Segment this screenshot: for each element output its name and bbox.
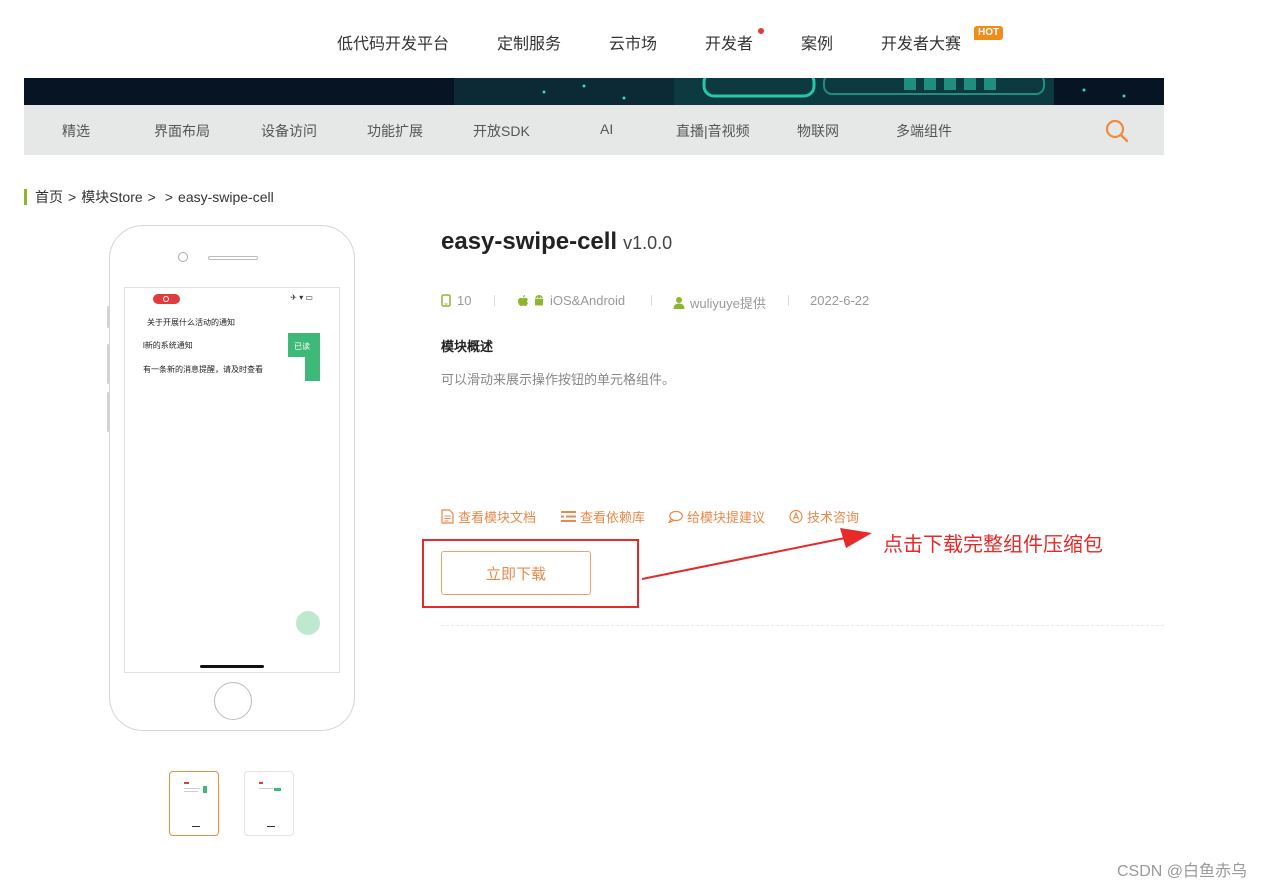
annotation-arrow-icon [641, 528, 872, 580]
platform-text: iOS&Android [550, 293, 626, 308]
feedback-link[interactable]: 给模块提建议 [668, 507, 765, 526]
preview-screen: ✈ ▾ ▭ 关于开展什么活动的通知 l新的系统通知 有一条新的消息提醒，请及时查… [124, 287, 340, 673]
breadcrumb-current: easy-swipe-cell [178, 189, 274, 205]
module-title: easy-swipe-cell v1.0.0 [441, 228, 672, 256]
preview-thumbnail-2[interactable] [244, 771, 294, 836]
thumb-mark [267, 826, 275, 827]
swipe-action-cutout [288, 357, 305, 381]
comment-icon [668, 510, 683, 523]
category-device-access[interactable]: 设备访问 [261, 121, 317, 141]
download-button[interactable]: 立即下载 [441, 551, 591, 595]
view-deps-link[interactable]: 查看依赖库 [561, 507, 645, 526]
home-indicator [200, 665, 264, 668]
thumb-mark [184, 791, 198, 792]
meta-provider: wuliyuye提供 [673, 293, 766, 312]
support-icon [789, 509, 803, 524]
category-iot[interactable]: 物联网 [797, 121, 839, 141]
nav-custom-service[interactable]: 定制服务 [497, 30, 561, 54]
thumb-mark [184, 782, 189, 784]
meta-divider [494, 295, 495, 306]
meta-platform: iOS&Android [517, 293, 625, 308]
android-icon [535, 295, 543, 306]
phone-camera [178, 252, 188, 262]
user-icon [673, 297, 685, 309]
category-ai[interactable]: AI [600, 121, 613, 137]
feedback-label: 给模块提建议 [687, 510, 766, 525]
nav-cases[interactable]: 案例 [801, 30, 833, 54]
nav-developer-contest[interactable]: 开发者大赛 [881, 30, 961, 54]
thumb-mark [274, 788, 281, 791]
thumb-mark [184, 788, 200, 789]
breadcrumb-separator: > [147, 189, 156, 205]
provider-text: wuliyuye提供 [690, 296, 766, 311]
breadcrumb-separator: > [68, 189, 77, 205]
tech-support-link[interactable]: 技术咨询 [789, 507, 859, 526]
phone-speaker [208, 256, 258, 260]
phone-side-button [107, 344, 110, 384]
breadcrumb: 首页 > 模块Store > > easy-swipe-cell [24, 189, 274, 205]
thumb-mark [203, 786, 207, 793]
category-live-av[interactable]: 直播|音视频 [676, 121, 750, 141]
thumb-mark [259, 782, 263, 784]
thumb-mark [192, 826, 200, 827]
preview-line: l新的系统通知 [143, 341, 193, 350]
nav-developer[interactable]: 开发者 [705, 30, 753, 54]
hot-badge: HOT [974, 26, 1004, 40]
banner-graphic [24, 78, 1164, 105]
category-open-sdk[interactable]: 开放SDK [473, 121, 530, 141]
list-icon [561, 511, 576, 522]
view-docs-link[interactable]: 查看模块文档 [441, 507, 536, 526]
category-extensions[interactable]: 功能扩展 [367, 121, 423, 141]
view-docs-label: 查看模块文档 [458, 510, 537, 525]
section-divider [441, 625, 1164, 626]
swipe-action-button: 已读 [288, 333, 320, 381]
breadcrumb-store[interactable]: 模块Store [81, 189, 142, 205]
meta-divider [788, 295, 789, 306]
phone-side-button [107, 392, 110, 432]
category-featured[interactable]: 精选 [62, 121, 90, 141]
search-icon[interactable] [1104, 118, 1130, 144]
view-deps-label: 查看依赖库 [580, 510, 646, 525]
module-description: 可以滑动来展示操作按钮的单元格组件。 [441, 372, 676, 387]
top-navigation: 低代码开发平台 定制服务 云市场 开发者 案例 开发者大赛 HOT [0, 0, 1269, 78]
preview-line: 关于开展什么活动的通知 [147, 318, 235, 327]
document-icon [441, 509, 454, 524]
preview-line: 有一条新的消息提醒，请及时查看 [143, 365, 263, 374]
phone-home-button [214, 682, 252, 720]
notification-dot [758, 28, 764, 34]
phone-side-button [107, 306, 110, 328]
downloads-count: 10 [457, 293, 472, 308]
category-layout[interactable]: 界面布局 [154, 121, 210, 141]
category-multiplatform[interactable]: 多端组件 [896, 121, 952, 141]
meta-divider [651, 295, 652, 306]
meta-downloads: 10 [441, 293, 471, 308]
tech-support-label: 技术咨询 [807, 510, 860, 525]
preview-thumbnail-1[interactable] [169, 771, 219, 836]
phone-icon [441, 294, 451, 307]
module-version: v1.0.0 [623, 233, 673, 253]
watermark: CSDN @白鱼赤乌 [1117, 863, 1248, 880]
banner-image [24, 78, 1164, 105]
overview-title: 模块概述 [441, 339, 494, 354]
annotation-text: 点击下载完整组件压缩包 [883, 534, 1103, 556]
module-name: easy-swipe-cell [441, 228, 618, 255]
nav-lowcode-platform[interactable]: 低代码开发平台 [337, 30, 449, 54]
status-icons: ✈ ▾ ▭ [290, 293, 313, 302]
floating-action-button [296, 611, 320, 635]
meta-date: 2022-6-22 [810, 293, 869, 308]
apple-icon [518, 295, 528, 306]
breadcrumb-home[interactable]: 首页 [35, 189, 63, 205]
nav-cloud-market[interactable]: 云市场 [609, 30, 657, 54]
thumb-mark [259, 788, 273, 789]
swipe-action-label: 已读 [294, 342, 310, 351]
publish-date: 2022-6-22 [810, 293, 870, 308]
breadcrumb-separator: > [164, 189, 174, 205]
record-indicator-icon [153, 294, 180, 304]
category-bar: 精选 界面布局 设备访问 功能扩展 开放SDK AI 直播|音视频 物联网 多端… [24, 105, 1164, 155]
